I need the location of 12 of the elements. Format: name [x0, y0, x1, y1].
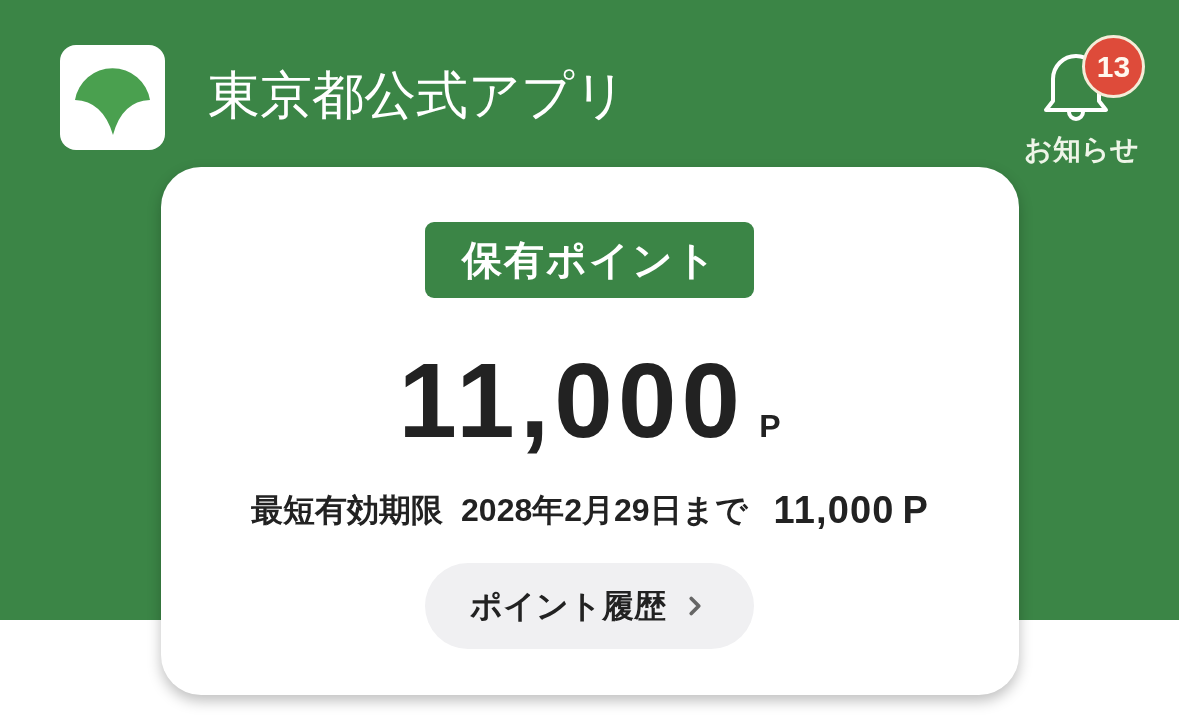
expiring-unit: P: [902, 487, 928, 533]
points-unit: P: [759, 410, 781, 442]
points-heading: 保有ポイント: [425, 222, 754, 298]
unread-count-badge: 13: [1082, 35, 1145, 98]
points-balance: 11,000: [398, 348, 746, 453]
point-history-button[interactable]: ポイント履歴: [425, 563, 754, 649]
expiring-amount: 11,000: [773, 487, 895, 533]
expiry-label: 最短有効期限: [251, 491, 444, 530]
app-title: 東京都公式アプリ: [208, 65, 627, 125]
leaf-logo-icon: [60, 45, 165, 150]
expiry-date: 2028年2月29日まで: [461, 491, 748, 530]
notifications-button[interactable]: お知らせ 13: [1024, 35, 1145, 166]
